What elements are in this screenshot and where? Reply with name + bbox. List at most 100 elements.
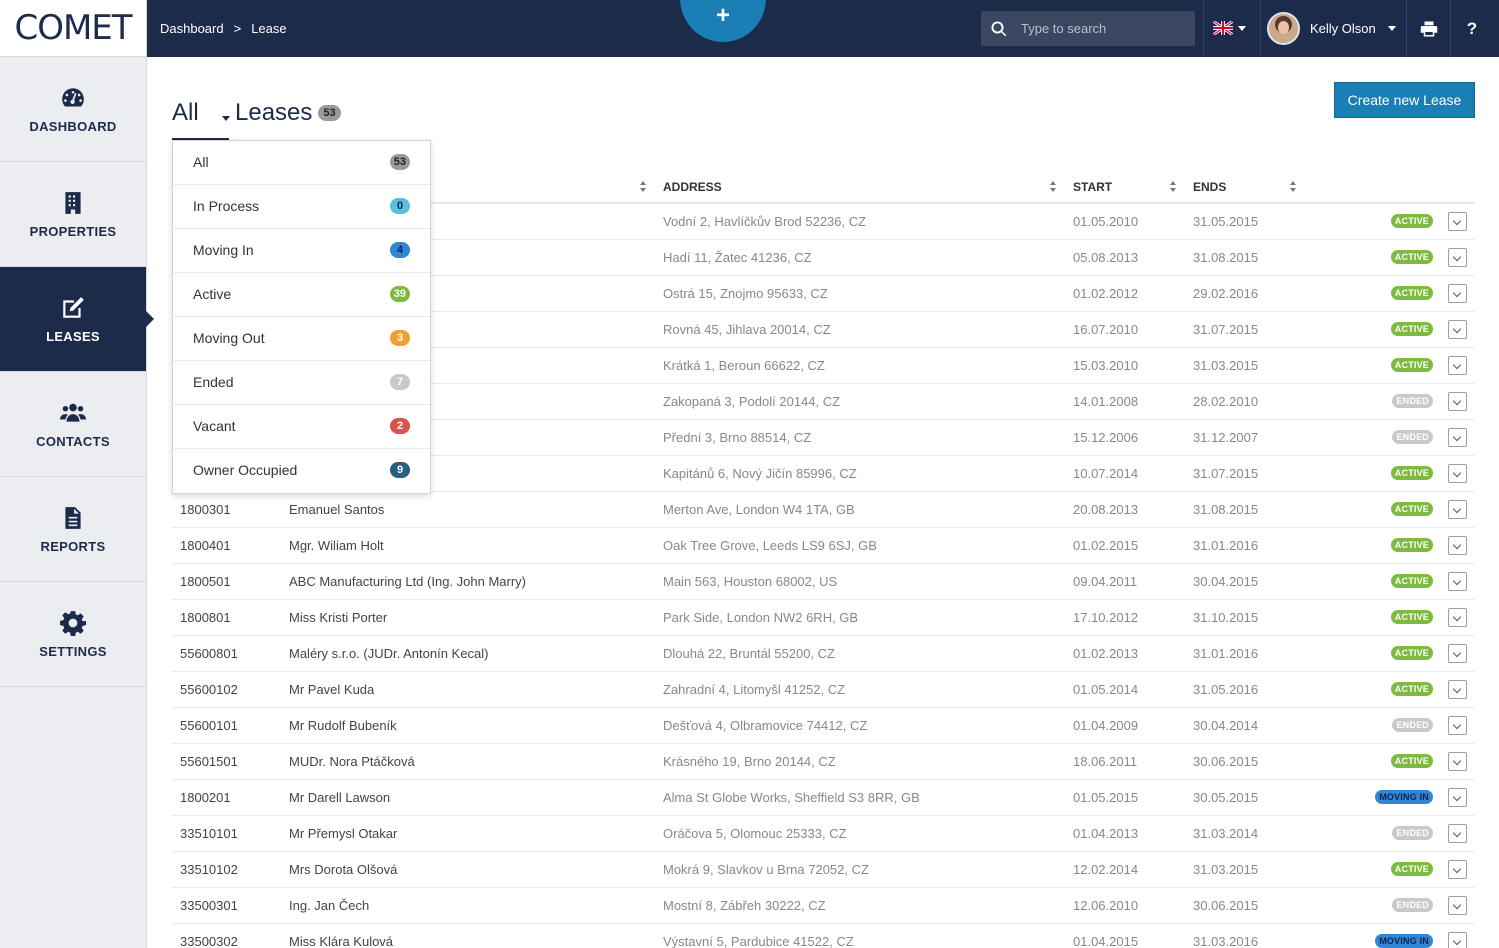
- sort-icon[interactable]: [640, 181, 647, 193]
- tenant-name: Mr Pavel Kuda: [289, 682, 375, 697]
- filter-option-label: Vacant: [193, 418, 236, 434]
- language-selector[interactable]: [1213, 21, 1246, 35]
- row-expand-button[interactable]: [1448, 284, 1467, 303]
- user-name: Kelly Olson: [1310, 21, 1376, 36]
- table-row[interactable]: 55600101 Mr Rudolf Bubeník Dešťová 4, Olbr…: [172, 708, 1475, 744]
- sidebar-item-reports[interactable]: REPORTS: [0, 477, 146, 582]
- sidebar-item-contacts[interactable]: CONTACTS: [0, 372, 146, 477]
- end-date: 31.12.2007: [1193, 430, 1259, 445]
- print-icon: [1420, 21, 1438, 36]
- row-expand-button[interactable]: [1448, 248, 1467, 267]
- row-expand-button[interactable]: [1448, 608, 1467, 627]
- table-row[interactable]: 1800501 ABC Manufacturing Ltd (Ing. John …: [172, 564, 1475, 600]
- address: Krásného 19, Brno 20144, CZ: [663, 754, 836, 769]
- column-header-ends[interactable]: ENDS: [1193, 180, 1226, 194]
- breadcrumb-dashboard[interactable]: Dashboard: [160, 21, 224, 36]
- search-input[interactable]: [1021, 11, 1191, 46]
- building-icon: [65, 191, 81, 214]
- search-icon: [991, 21, 1007, 37]
- row-expand-button[interactable]: [1448, 392, 1467, 411]
- create-lease-button[interactable]: Create new Lease: [1334, 82, 1475, 118]
- sort-icon[interactable]: [1170, 181, 1177, 193]
- row-expand-button[interactable]: [1448, 320, 1467, 339]
- filter-option[interactable]: In Process 0: [173, 185, 430, 229]
- filter-option[interactable]: Moving In 4: [173, 229, 430, 273]
- column-header-start[interactable]: START: [1073, 180, 1112, 194]
- status-badge: ACTIVE: [1390, 322, 1433, 336]
- filter-selected-label: All: [172, 99, 199, 126]
- status-badge: ACTIVE: [1390, 646, 1433, 660]
- end-date: 31.03.2015: [1193, 358, 1259, 373]
- table-row[interactable]: 33510102 Mrs Dorota Olšová Mokrá 9, Slavko…: [172, 852, 1475, 888]
- status-filter-select[interactable]: All: [172, 99, 230, 140]
- status-badge: ACTIVE: [1390, 682, 1433, 696]
- end-date: 31.05.2015: [1193, 214, 1259, 229]
- table-row[interactable]: 55600801 Maléry s.r.o. (JUDr. Antonín Kec…: [172, 636, 1475, 672]
- table-row[interactable]: 1800201 Mr Darell Lawson Alma St Globe Wor…: [172, 780, 1475, 816]
- row-expand-button[interactable]: [1448, 644, 1467, 663]
- status-badge: ENDED: [1392, 826, 1433, 840]
- sidebar: COMET DASHBOARD PROPERTIES LEASES CONTAC…: [0, 0, 154, 948]
- dashboard-icon: [62, 87, 84, 106]
- table-row[interactable]: 55600102 Mr Pavel Kuda Zahradní 4, Litomyš…: [172, 672, 1475, 708]
- row-expand-button[interactable]: [1448, 896, 1467, 915]
- sort-icon[interactable]: [1050, 181, 1057, 193]
- row-expand-button[interactable]: [1448, 680, 1467, 699]
- start-date: 15.03.2010: [1073, 358, 1139, 373]
- row-expand-button[interactable]: [1448, 788, 1467, 807]
- row-expand-button[interactable]: [1448, 824, 1467, 843]
- start-date: 01.04.2009: [1073, 718, 1139, 733]
- add-button[interactable]: +: [680, 0, 766, 42]
- start-date: 01.05.2010: [1073, 214, 1139, 229]
- address: Kapitánů 6, Nový Jičín 85996, CZ: [663, 466, 857, 481]
- row-expand-button[interactable]: [1448, 572, 1467, 591]
- print-button[interactable]: [1408, 0, 1450, 57]
- table-row[interactable]: 1800301 Emanuel Santos Merton Ave, London …: [172, 492, 1475, 528]
- lease-id: 33500301: [180, 898, 238, 913]
- filter-option-label: Moving Out: [193, 330, 265, 346]
- row-expand-button[interactable]: [1448, 212, 1467, 231]
- filter-count-badge: 3: [390, 330, 410, 346]
- gear-icon: [60, 610, 86, 636]
- sidebar-item-settings[interactable]: SETTINGS: [0, 582, 146, 687]
- breadcrumb-separator: >: [233, 21, 242, 36]
- table-row[interactable]: 1800801 Miss Kristi Porter Park Side, Lond…: [172, 600, 1475, 636]
- row-expand-button[interactable]: [1448, 500, 1467, 519]
- row-expand-button[interactable]: [1448, 356, 1467, 375]
- table-row[interactable]: 55601501 MUDr. Nora Ptáčková Krásného 19, …: [172, 744, 1475, 780]
- row-expand-button[interactable]: [1448, 536, 1467, 555]
- status-badge: ACTIVE: [1390, 466, 1433, 480]
- row-expand-button[interactable]: [1448, 752, 1467, 771]
- sidebar-item-properties[interactable]: PROPERTIES: [0, 162, 146, 267]
- row-expand-button[interactable]: [1448, 428, 1467, 447]
- row-expand-button[interactable]: [1448, 716, 1467, 735]
- filter-option[interactable]: Owner Occupied 9: [173, 449, 430, 493]
- filter-option[interactable]: Active 39: [173, 273, 430, 317]
- sidebar-item-dashboard[interactable]: DASHBOARD: [0, 57, 146, 162]
- sidebar-item-leases[interactable]: LEASES: [0, 267, 154, 372]
- table-row[interactable]: 33510101 Mr Přemysl Otakar Oráčova 5, Olom…: [172, 816, 1475, 852]
- logo[interactable]: COMET: [0, 0, 146, 57]
- start-date: 01.02.2013: [1073, 646, 1139, 661]
- table-row[interactable]: 33500301 Ing. Jan Čech Mostní 8, Zábřeh 30…: [172, 888, 1475, 924]
- topbar: Dashboard > Lease + Kelly Olson ?: [147, 0, 1499, 57]
- user-menu[interactable]: Kelly Olson: [1267, 12, 1396, 45]
- tenant-name: Mgr. Wiliam Holt: [289, 538, 384, 553]
- row-expand-button[interactable]: [1448, 464, 1467, 483]
- sort-icon[interactable]: [1290, 181, 1297, 193]
- filter-option[interactable]: Vacant 2: [173, 405, 430, 449]
- chevron-down-icon: [222, 116, 230, 121]
- filter-option[interactable]: Moving Out 3: [173, 317, 430, 361]
- table-row[interactable]: 1800401 Mgr. Wiliam Holt Oak Tree Grove, L…: [172, 528, 1475, 564]
- page-title: All Leases 53: [172, 99, 341, 140]
- table-row[interactable]: 33500302 Miss Klára Kulová Výstavní 5, Par…: [172, 924, 1475, 948]
- filter-option[interactable]: Ended 7: [173, 361, 430, 405]
- sidebar-item-label: REPORTS: [40, 538, 106, 554]
- status-badge: ACTIVE: [1390, 358, 1433, 372]
- filter-option[interactable]: All 53: [173, 141, 430, 185]
- address: Vodní 2, Havlíčkův Brod 52236, CZ: [663, 214, 867, 229]
- row-expand-button[interactable]: [1448, 932, 1467, 948]
- row-expand-button[interactable]: [1448, 860, 1467, 879]
- column-header-address[interactable]: ADDRESS: [663, 180, 722, 194]
- help-button[interactable]: ?: [1451, 0, 1493, 57]
